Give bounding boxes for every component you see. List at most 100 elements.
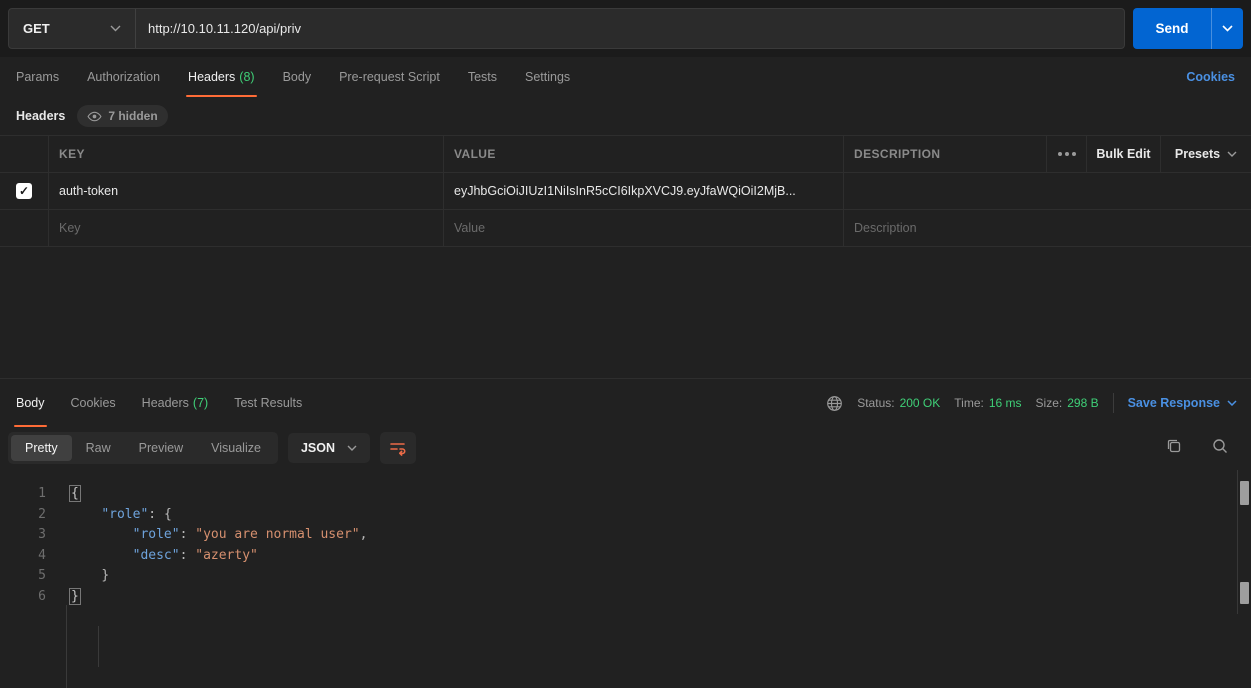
response-actions: [1165, 437, 1229, 455]
tab-label: Body: [283, 70, 312, 84]
size-value: 298 B: [1067, 396, 1098, 410]
status-value: 200 OK: [900, 396, 941, 410]
column-key: KEY: [48, 136, 443, 172]
code-token: [70, 548, 133, 563]
code-token: "you are normal user": [195, 527, 359, 542]
chevron-down-icon: [1227, 151, 1237, 157]
more-actions-icon: [1058, 152, 1076, 156]
indent-guide: [66, 605, 67, 688]
tab-label: Body: [16, 396, 45, 410]
response-tab-cookies[interactable]: Cookies: [71, 379, 116, 427]
headers-section-header: Headers 7 hidden: [16, 97, 168, 135]
response-section: Body Cookies Headers (7) Test Results St…: [0, 378, 1251, 614]
code-token: }: [70, 589, 80, 604]
tab-label: Pre-request Script: [339, 70, 440, 84]
response-tab-body[interactable]: Body: [16, 379, 45, 427]
code-token: :: [148, 507, 164, 522]
code-line: 4 "desc": "azerty": [0, 546, 1237, 567]
code-line: 1{: [0, 484, 1237, 505]
line-number: 5: [0, 566, 46, 587]
header-key-cell[interactable]: auth-token: [48, 173, 443, 209]
new-value-input[interactable]: Value: [443, 210, 843, 246]
column-value: VALUE: [443, 136, 843, 172]
new-key-input[interactable]: Key: [48, 210, 443, 246]
code-token: [70, 568, 101, 583]
view-mode-visualize[interactable]: Visualize: [197, 435, 275, 461]
tab-authorization[interactable]: Authorization: [87, 57, 160, 97]
time-label: Time:: [954, 396, 984, 410]
scrollbar-track[interactable]: [1237, 470, 1251, 614]
tab-pre-request-script[interactable]: Pre-request Script: [339, 57, 440, 97]
presets-dropdown[interactable]: Presets: [1160, 136, 1251, 172]
code-token: :: [180, 527, 196, 542]
code-token: [70, 507, 101, 522]
globe-icon[interactable]: [826, 395, 843, 412]
row-checkbox[interactable]: ✓: [16, 183, 32, 199]
line-number: 1: [0, 484, 46, 505]
tab-body[interactable]: Body: [283, 57, 312, 97]
hidden-headers-toggle[interactable]: 7 hidden: [77, 105, 167, 127]
cookies-link[interactable]: Cookies: [1186, 57, 1235, 97]
response-tab-test-results[interactable]: Test Results: [234, 379, 302, 427]
copy-icon[interactable]: [1165, 437, 1183, 455]
tab-settings[interactable]: Settings: [525, 57, 570, 97]
chevron-down-icon: [1227, 400, 1237, 406]
response-meta: Status: 200 OK Time: 16 ms Size: 298 B S…: [826, 379, 1237, 427]
wrap-text-button[interactable]: [380, 432, 416, 464]
presets-label: Presets: [1175, 147, 1220, 161]
tab-label: Headers: [142, 396, 189, 410]
line-number: 3: [0, 525, 46, 546]
code-line: 5 }: [0, 566, 1237, 587]
send-button[interactable]: Send: [1133, 8, 1211, 49]
tab-label: Params: [16, 70, 59, 84]
header-description-cell[interactable]: [843, 173, 1251, 209]
code-token: {: [164, 507, 172, 522]
url-input[interactable]: http://10.10.11.120/api/priv: [136, 9, 1124, 48]
time-indicator: Time: 16 ms: [954, 396, 1021, 410]
row-checkbox-cell: ✓: [0, 173, 48, 209]
select-all-column: [0, 136, 48, 172]
save-response-label: Save Response: [1128, 396, 1220, 410]
response-body-editor[interactable]: 1{2 "role": {3 "role": "you are normal u…: [0, 479, 1237, 614]
new-description-input[interactable]: Description: [843, 210, 1251, 246]
code-token: "role": [133, 527, 180, 542]
search-icon[interactable]: [1211, 437, 1229, 455]
code-line: 3 "role": "you are normal user",: [0, 525, 1237, 546]
tab-headers[interactable]: Headers (8): [188, 57, 255, 97]
more-actions-button[interactable]: [1046, 136, 1086, 172]
tab-label: Headers: [188, 70, 235, 84]
indent-guide: [98, 626, 99, 667]
line-number: 6: [0, 587, 46, 608]
scrollbar-thumb[interactable]: [1240, 481, 1249, 505]
method-dropdown[interactable]: GET: [9, 9, 136, 48]
view-mode-raw[interactable]: Raw: [72, 435, 125, 461]
header-value-cell[interactable]: eyJhbGciOiJIUzI1NiIsInR5cCI6IkpXVCJ9.eyJ…: [443, 173, 843, 209]
response-view-bar: Pretty Raw Preview Visualize JSON: [8, 431, 416, 465]
request-tabs: Params Authorization Headers (8) Body Pr…: [0, 57, 1251, 97]
code-token: [70, 527, 133, 542]
tab-label: Settings: [525, 70, 570, 84]
code-token: {: [70, 486, 80, 501]
tab-count-badge: (8): [239, 70, 254, 84]
tab-params[interactable]: Params: [16, 57, 59, 97]
response-tab-headers[interactable]: Headers (7): [142, 379, 209, 427]
format-dropdown[interactable]: JSON: [288, 433, 370, 463]
bulk-edit-button[interactable]: Bulk Edit: [1086, 136, 1160, 172]
code-token: }: [101, 568, 109, 583]
status-label: Status:: [857, 396, 894, 410]
tab-tests[interactable]: Tests: [468, 57, 497, 97]
status-indicator: Status: 200 OK: [857, 396, 940, 410]
tab-label: Cookies: [71, 396, 116, 410]
headers-table-header: KEY VALUE DESCRIPTION Bulk Edit Presets: [0, 136, 1251, 173]
view-mode-pretty[interactable]: Pretty: [11, 435, 72, 461]
save-response-button[interactable]: Save Response: [1128, 396, 1237, 410]
send-options-button[interactable]: [1211, 8, 1243, 49]
request-bar: GET http://10.10.11.120/api/priv Send: [0, 0, 1251, 57]
code-line: 2 "role": {: [0, 505, 1237, 526]
tab-label: Test Results: [234, 396, 302, 410]
scrollbar-thumb[interactable]: [1240, 582, 1249, 604]
code-token: ,: [360, 527, 368, 542]
view-mode-segmented-control: Pretty Raw Preview Visualize: [8, 432, 278, 464]
view-mode-preview[interactable]: Preview: [125, 435, 197, 461]
tab-count-badge: (7): [193, 396, 208, 410]
